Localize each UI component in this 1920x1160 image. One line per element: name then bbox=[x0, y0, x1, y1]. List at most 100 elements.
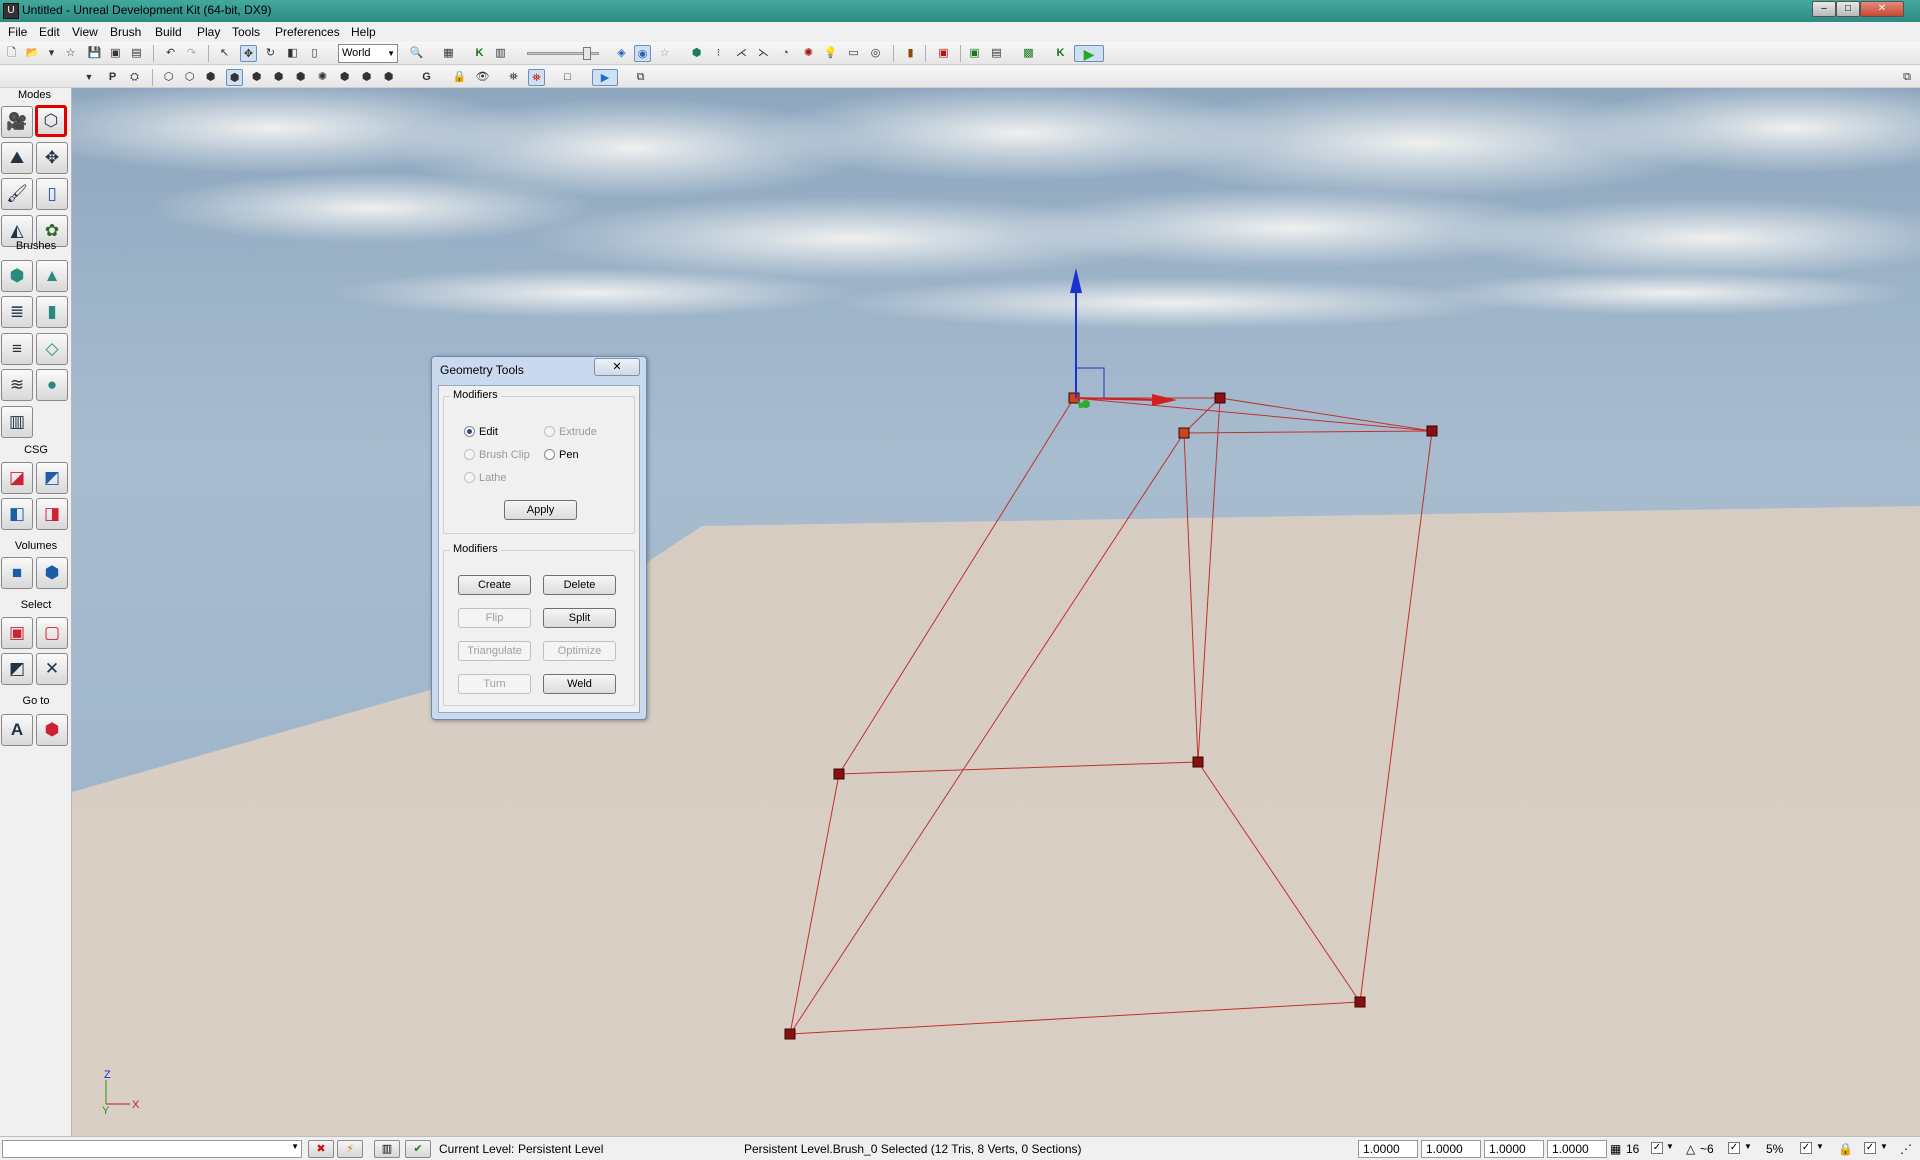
search-zoom-icon[interactable]: ◎ bbox=[867, 45, 884, 62]
static-mesh-icon[interactable]: ▯ bbox=[36, 178, 68, 210]
monitor-icon[interactable]: ▭ bbox=[845, 45, 862, 62]
modes-menu-arrow-icon[interactable]: ▼ bbox=[84, 69, 94, 86]
chevron-down-icon[interactable]: ▼ bbox=[1816, 1142, 1824, 1151]
triangulate-button[interactable]: Triangulate bbox=[458, 641, 531, 661]
rotation-snap-value[interactable]: ~6 bbox=[1700, 1142, 1714, 1156]
lock-viewport-icon[interactable]: 🔒 bbox=[451, 69, 468, 86]
extrude-radio[interactable]: Extrude bbox=[544, 426, 597, 438]
kismet-play-icon[interactable]: K bbox=[1052, 45, 1069, 62]
undo-icon[interactable]: ↶ bbox=[162, 45, 179, 62]
curved-stair-icon[interactable]: ≣ bbox=[1, 296, 33, 328]
perspective-viewport[interactable]: Z Y X bbox=[72, 88, 1920, 1136]
cover-links-icon[interactable]: ⋌ bbox=[733, 45, 750, 62]
save-as-icon[interactable]: ▣ bbox=[107, 45, 124, 62]
brush-clip-radio[interactable]: Brush Clip bbox=[464, 449, 530, 461]
translate-mode-icon[interactable]: ✥ bbox=[240, 45, 257, 62]
terrain-mode-icon[interactable]: ⛰ bbox=[1, 142, 33, 174]
pen-radio[interactable]: Pen bbox=[544, 449, 579, 461]
play-on-pc-icon[interactable]: ▤ bbox=[988, 45, 1005, 62]
split-button[interactable]: Split bbox=[543, 608, 616, 628]
texture-alignment-icon[interactable]: ✥ bbox=[36, 142, 68, 174]
select-arrow-icon[interactable]: ↖ bbox=[216, 45, 233, 62]
weld-button[interactable]: Weld bbox=[543, 674, 616, 694]
spiral-stair-icon[interactable]: ≋ bbox=[1, 369, 33, 401]
menu-play[interactable]: Play bbox=[193, 24, 224, 40]
game-view-icon[interactable]: G bbox=[418, 69, 435, 86]
brush-vertex[interactable] bbox=[1214, 392, 1226, 404]
book-icon[interactable]: ▮ bbox=[902, 45, 919, 62]
shader-complexity-icon[interactable]: ⬢ bbox=[336, 69, 353, 86]
paths-icon[interactable]: ⋋ bbox=[755, 45, 772, 62]
edit-radio[interactable]: Edit bbox=[464, 426, 498, 438]
play-in-viewport-button[interactable]: ▶ bbox=[592, 69, 618, 86]
lit-lightmap-density-icon[interactable]: ⬢ bbox=[380, 69, 397, 86]
show-all-icon[interactable]: ✕ bbox=[36, 653, 68, 685]
volumetric-brush-icon[interactable]: ▥ bbox=[1, 406, 33, 438]
camera-mode-icon[interactable]: 🎥 bbox=[1, 106, 33, 138]
sphere-brush-icon[interactable]: ● bbox=[36, 369, 68, 401]
undock-icon[interactable]: ⧉ bbox=[1900, 69, 1914, 86]
matinee-icon[interactable]: ▥ bbox=[492, 45, 509, 62]
lit-icon[interactable]: ⬢ bbox=[226, 69, 243, 86]
unlit-icon[interactable]: ⬢ bbox=[202, 69, 219, 86]
optimize-button[interactable]: Optimize bbox=[543, 641, 616, 661]
autosave-checkbox[interactable]: ✓ bbox=[1864, 1142, 1876, 1154]
maximize-viewport-icon[interactable]: □ bbox=[559, 69, 576, 86]
kismet-icon[interactable]: K bbox=[471, 45, 488, 62]
cinematic-icon[interactable]: ⛯ bbox=[528, 69, 545, 86]
scale-snap-checkbox[interactable]: ✓ bbox=[1800, 1142, 1812, 1154]
scale-y-field[interactable]: 1.0000 bbox=[1421, 1140, 1481, 1158]
scale-z-field[interactable]: 1.0000 bbox=[1484, 1140, 1544, 1158]
brush-vertex[interactable] bbox=[1192, 756, 1204, 768]
scale-mode-icon[interactable]: ◧ bbox=[284, 45, 301, 62]
light-icon[interactable]: ⁝ bbox=[710, 45, 727, 62]
lighting-only-icon[interactable]: ⬢ bbox=[270, 69, 287, 86]
texture-density-icon[interactable]: ✺ bbox=[314, 69, 331, 86]
save-all-icon[interactable]: ▤ bbox=[128, 45, 145, 62]
lathe-radio[interactable]: Lathe bbox=[464, 472, 507, 484]
lock-icon[interactable]: 🔒 bbox=[1838, 1142, 1853, 1156]
csg-add-icon[interactable]: ◪ bbox=[1, 462, 33, 494]
detail-lighting-icon[interactable]: ⬢ bbox=[248, 69, 265, 86]
menu-help[interactable]: Help bbox=[347, 24, 380, 40]
flip-button[interactable]: Flip bbox=[458, 608, 531, 628]
linear-stair-icon[interactable]: ≡ bbox=[1, 333, 33, 365]
go-to-actor-icon[interactable]: A bbox=[1, 714, 33, 746]
delete-button[interactable]: Delete bbox=[543, 575, 616, 595]
cascade-icon[interactable]: ✺ bbox=[800, 45, 817, 62]
realtime-eye-icon[interactable]: 👁 bbox=[474, 69, 491, 86]
grid-snap-checkbox[interactable]: ✓ bbox=[1651, 1142, 1663, 1154]
brush-vertex[interactable] bbox=[784, 1028, 796, 1040]
menu-edit[interactable]: Edit bbox=[35, 24, 64, 40]
add-volume-icon[interactable]: ■ bbox=[1, 557, 33, 589]
coordinate-system-select[interactable]: World ▼ bbox=[338, 44, 398, 63]
new-file-icon[interactable]: 🗋 bbox=[3, 45, 20, 62]
rotate-mode-icon[interactable]: ↻ bbox=[262, 45, 279, 62]
unreal-app-icon[interactable]: U bbox=[3, 3, 19, 19]
lightmap-density-icon[interactable]: ⬢ bbox=[358, 69, 375, 86]
maximize-button[interactable]: □ bbox=[1836, 1, 1860, 17]
create-button[interactable]: Create bbox=[458, 575, 531, 595]
nonuniform-scale-icon[interactable]: ▯ bbox=[306, 45, 323, 62]
play-in-editor-icon[interactable]: ▶ bbox=[1074, 45, 1104, 62]
go-to-builder-brush-icon[interactable]: ⬢ bbox=[36, 714, 68, 746]
geometry-mode-icon[interactable]: ⬡ bbox=[35, 105, 67, 137]
brush-vertex[interactable] bbox=[1354, 996, 1366, 1008]
viewport-options-icon[interactable]: ⛭ bbox=[126, 69, 143, 86]
chevron-down-icon[interactable]: ▼ bbox=[1744, 1142, 1752, 1151]
find-actors-icon[interactable]: 🔍 bbox=[408, 45, 425, 62]
scale-x-field[interactable]: 1.0000 bbox=[1358, 1140, 1418, 1158]
wireframe-icon[interactable]: ⬡ bbox=[181, 69, 198, 86]
build-geometry-icon[interactable]: ◈ bbox=[613, 45, 630, 62]
scale-uniform-field[interactable]: 1.0000 bbox=[1547, 1140, 1607, 1158]
open-file-icon[interactable]: 📂 bbox=[24, 45, 41, 62]
redo-icon[interactable]: ↷ bbox=[183, 45, 200, 62]
cylinder-brush-icon[interactable]: ▮ bbox=[36, 296, 68, 328]
show-selected-icon[interactable]: ▣ bbox=[1, 617, 33, 649]
viewport-camera-icon[interactable]: ⧉ bbox=[632, 69, 649, 86]
drag-grid-icon[interactable]: ✖ bbox=[308, 1140, 334, 1158]
csg-subtract-icon[interactable]: ◩ bbox=[36, 462, 68, 494]
apply-button[interactable]: Apply bbox=[504, 500, 577, 520]
close-window-button[interactable]: ✕ bbox=[1860, 1, 1904, 17]
recent-files-dropdown-icon[interactable]: ▾ bbox=[46, 45, 57, 62]
